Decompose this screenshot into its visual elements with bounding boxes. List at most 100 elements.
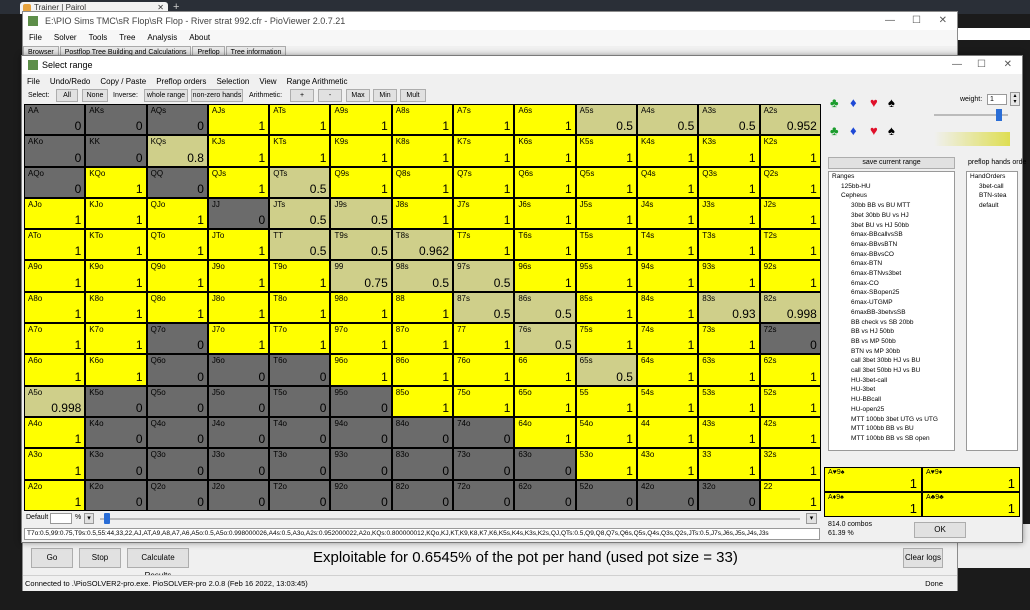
stop-button[interactable]: Stop [79,548,121,568]
hand-cell[interactable]: 43o 1 [636,448,699,480]
menu-tools[interactable]: Tools [83,30,114,46]
menu-about[interactable]: About [183,30,216,46]
ranges-tree-item[interactable]: MTT 100bb BB vs BU [829,424,954,434]
hand-cell[interactable]: 42s 1 [759,416,821,449]
hand-cell[interactable]: AA 0 [24,104,86,136]
ranges-tree-item[interactable]: 6max-BBvsBTN [829,240,954,250]
hand-cell[interactable]: KTo 1 [85,229,147,261]
hand-cell[interactable]: 65o 1 [514,385,576,417]
default-value-input[interactable] [50,513,72,524]
hand-cell[interactable]: 53o 1 [575,448,637,480]
hand-cell[interactable]: 64o 1 [514,416,576,449]
menu-preflop-orders[interactable]: Preflop orders [151,74,211,89]
plus-button[interactable]: + [290,89,314,102]
hand-cell[interactable]: Q6o 0 [146,354,208,386]
ranges-tree-item[interactable]: BB vs HJ 50bb [829,327,954,337]
hand-cell[interactable]: K4o 0 [85,416,147,449]
hand-cell[interactable]: 84o 0 [391,416,454,449]
weight-spinner[interactable]: ▴ ▾ [1010,92,1020,106]
hand-cell[interactable]: K2o 0 [85,479,147,511]
hand-cell[interactable]: 95o 0 [330,385,392,417]
hand-cell[interactable]: K5s 1 [575,135,637,167]
hand-cell[interactable]: 75s 1 [575,323,637,355]
hand-cell[interactable]: J8o 1 [207,291,270,324]
menu-undo-redo[interactable]: Undo/Redo [45,74,95,89]
ranges-tree-item[interactable]: Cepheus [829,191,954,201]
hand-cell[interactable]: K6o 1 [85,354,147,386]
dropdown-icon[interactable]: ▾ [84,513,94,524]
hand-cell[interactable]: AQo 0 [24,166,86,198]
hand-cell[interactable]: K3o 0 [85,448,147,480]
hand-cell[interactable]: 87s 0.5 [453,291,515,324]
hand-cell[interactable]: 63o 0 [514,448,576,480]
hand-cell[interactable]: A5o 0.998 [24,385,86,417]
hand-cell[interactable]: 93s 1 [698,260,760,292]
hand-cell[interactable]: 64s 1 [636,354,699,386]
max-button[interactable]: Max [346,89,370,102]
hand-cell[interactable]: 87o 1 [391,323,454,355]
hand-cell[interactable]: J6o 0 [207,354,270,386]
hand-orders-tree[interactable]: HandOrders 3bet-call BTN-stea default [966,171,1018,451]
orders-tree-item[interactable]: default [967,201,1017,211]
menu-view[interactable]: View [254,74,281,89]
hand-cell[interactable]: 94o 0 [330,416,392,449]
menu-analysis[interactable]: Analysis [141,30,183,46]
calculate-results-button[interactable]: Calculate Results [127,548,189,580]
hand-cell[interactable]: T6s 1 [514,229,576,261]
menu-copy-paste[interactable]: Copy / Paste [95,74,151,89]
hand-cell[interactable]: T3s 1 [698,229,760,261]
ranges-tree-item[interactable]: HU-3bet-call [829,376,954,386]
hand-cell[interactable]: QTo 1 [146,229,208,261]
hand-cell[interactable]: 53s 1 [698,385,760,417]
hand-cell[interactable]: 76s 0.5 [514,323,576,355]
heart-icon[interactable]: ♥ [870,96,878,110]
ranges-tree-item[interactable]: 6max-BBcallvsSB [829,230,954,240]
ranges-tree[interactable]: Ranges 125bb-HU Cepheus 30bb BB vs BU MTT 3b… [828,171,955,451]
hand-cell[interactable]: QJs 1 [207,166,270,198]
hand-cell[interactable]: JTo 1 [207,229,270,261]
hand-cell[interactable]: 77 1 [453,323,515,355]
hand-cell[interactable]: J6s 1 [514,197,576,230]
hand-cell[interactable]: 72o 0 [453,479,515,511]
hand-cell[interactable]: 84s 1 [636,291,699,324]
hand-cell[interactable]: T2s 1 [759,229,821,261]
hand-cell[interactable]: K3s 1 [698,135,760,167]
menu-solver[interactable]: Solver [48,30,83,46]
hand-cell[interactable]: 54o 1 [575,416,637,449]
hand-cell[interactable]: 75o 1 [453,385,515,417]
hand-cell[interactable]: AKs 0 [85,104,147,136]
hand-cell[interactable]: 54s 1 [636,385,699,417]
weight-slider-thumb[interactable] [996,109,1002,121]
ranges-tree-item[interactable]: 3bet 30bb BU vs HJ [829,211,954,221]
board-combo-cell[interactable]: A♥9♦ 1 [922,467,1020,492]
hand-cell[interactable]: J4o 0 [207,416,270,449]
hand-cell[interactable]: A5s 0.5 [575,104,637,136]
hand-cell[interactable]: Q5s 1 [575,166,637,198]
hand-cell[interactable]: T4o 0 [269,416,331,449]
hand-cell[interactable]: 94s 1 [636,260,699,292]
hand-cell[interactable]: T2o 0 [269,479,331,511]
hand-cell[interactable]: T4s 1 [636,229,699,261]
hand-cell[interactable]: J4s 1 [636,197,699,230]
ranges-tree-item[interactable]: BB check vs SB 20bb [829,318,954,328]
hand-cell[interactable]: 32s 1 [759,448,821,480]
hand-cell[interactable]: J7o 1 [207,323,270,355]
hand-cell[interactable]: A3o 1 [24,448,86,480]
ok-button[interactable]: OK [914,522,966,538]
ranges-tree-item[interactable]: 6max-CO [829,279,954,289]
minus-button[interactable]: - [318,89,342,102]
hand-cell[interactable]: 42o 0 [636,479,699,511]
hand-cell[interactable]: 73s 1 [698,323,760,355]
ranges-tree-item[interactable]: HU-open25 [829,405,954,415]
hand-cell[interactable]: J2o 0 [207,479,270,511]
minimize-icon[interactable]: — [885,12,895,30]
hand-cell[interactable]: 98o 1 [330,291,392,324]
hand-cell[interactable]: AJs 1 [207,104,270,136]
chevron-down-icon[interactable]: ▾ [806,513,817,524]
ranges-tree-item[interactable]: MTT 100bb BB vs SB open [829,434,954,444]
hand-cell[interactable]: T7o 1 [269,323,331,355]
hand-cell[interactable]: A4o 1 [24,416,86,449]
close-icon[interactable]: ✕ [939,12,947,30]
hand-cell[interactable]: 76o 1 [453,354,515,386]
hand-cell[interactable]: Q8s 1 [391,166,454,198]
